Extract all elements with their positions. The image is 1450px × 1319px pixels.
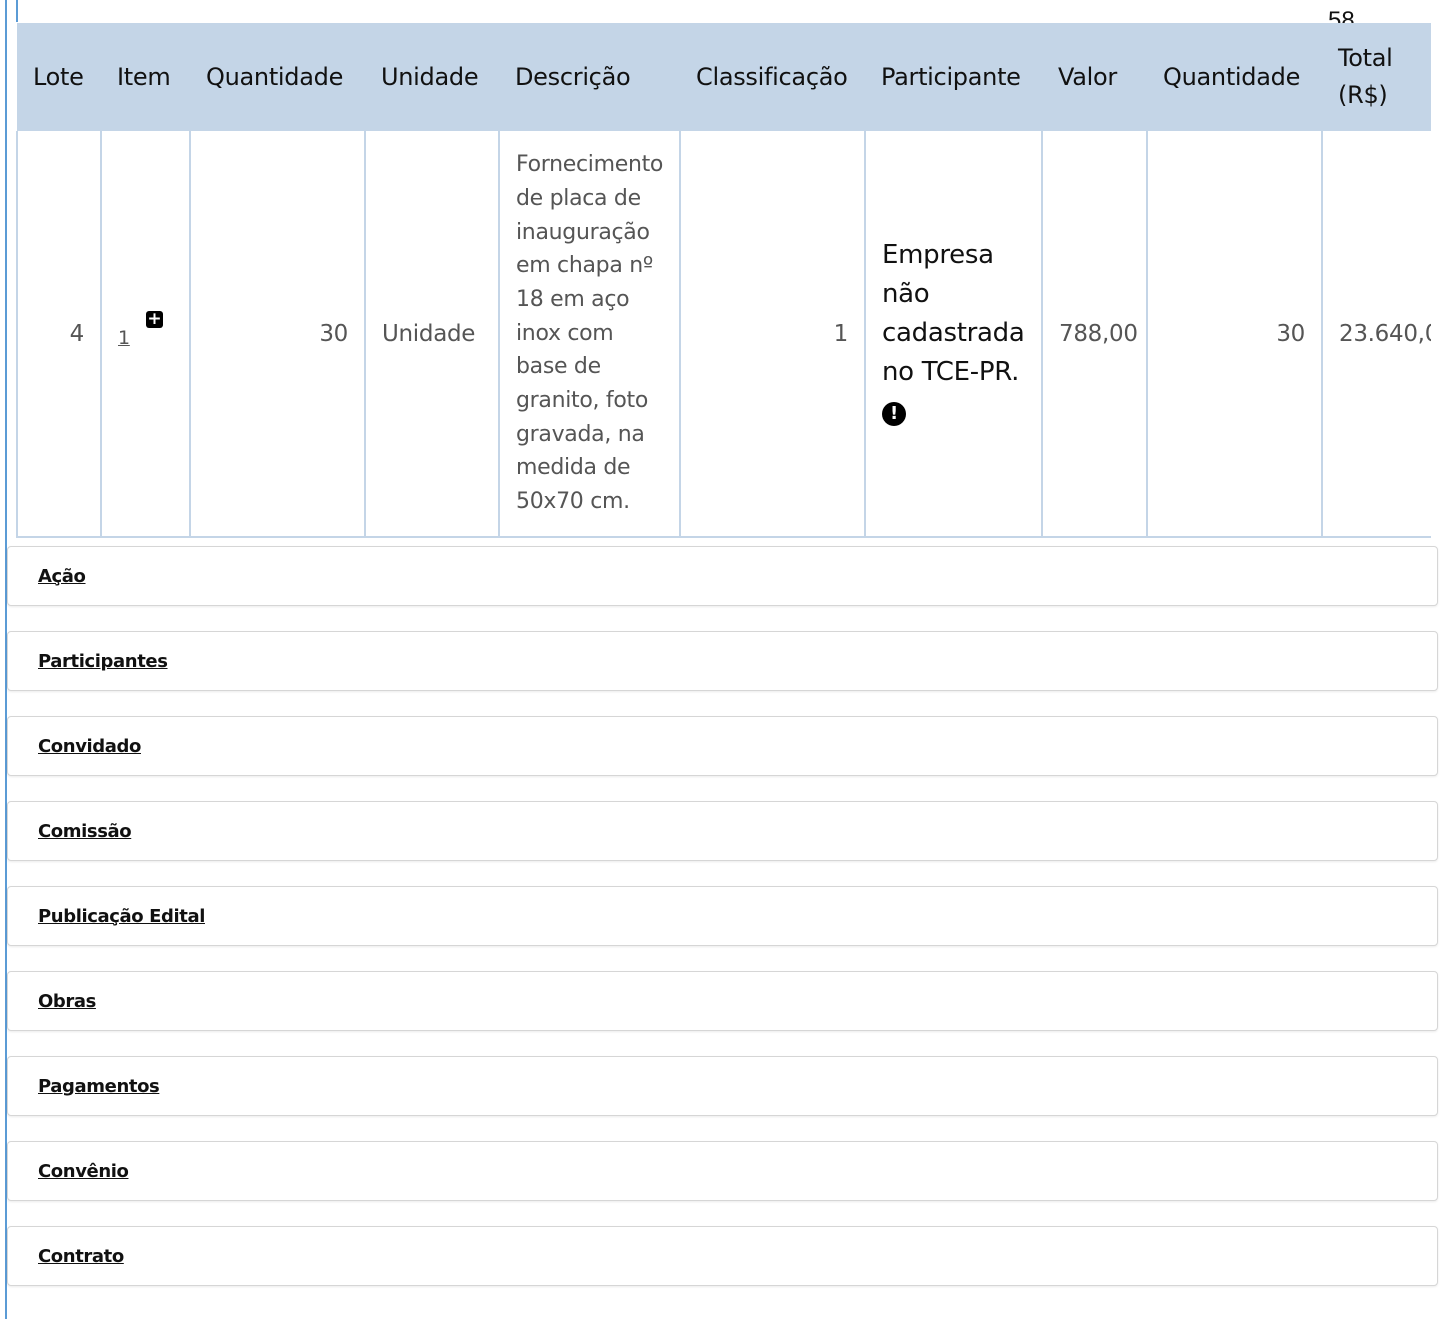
panel-link-comissao[interactable]: Comissão xyxy=(38,821,132,842)
cell-item: 1+ xyxy=(100,131,190,538)
panel-comissao[interactable]: Comissão xyxy=(7,801,1438,861)
cell-descricao: Fornecimento de placa de inauguração em … xyxy=(498,131,680,538)
cell-quantidade-2: 30 xyxy=(1146,131,1322,538)
panel-contrato[interactable]: Contrato xyxy=(7,1226,1438,1286)
header-quantidade: Quantidade xyxy=(190,23,365,131)
header-unidade: Unidade xyxy=(365,23,499,131)
left-border-rule-top xyxy=(16,0,18,22)
item-link[interactable]: 1 xyxy=(118,327,130,349)
panel-link-pagamentos[interactable]: Pagamentos xyxy=(38,1076,160,1097)
table-row: 4 1+ 30 Unidade Fornecimento de placa de… xyxy=(16,131,1431,538)
panel-link-publicacao-edital[interactable]: Publicação Edital xyxy=(38,906,205,927)
cell-total: 23.640,0 xyxy=(1321,131,1431,538)
items-table: Lote Item Quantidade Unidade Descrição C… xyxy=(16,23,1431,538)
cell-quantidade: 30 xyxy=(189,131,365,538)
header-quantidade-2: Quantidade xyxy=(1147,23,1322,131)
panel-link-acao[interactable]: Ação xyxy=(38,566,86,587)
panel-publicacao-edital[interactable]: Publicação Edital xyxy=(7,886,1438,946)
panel-link-convenio[interactable]: Convênio xyxy=(38,1161,129,1182)
panel-link-convidado[interactable]: Convidado xyxy=(38,736,141,757)
header-lote: Lote xyxy=(17,23,101,131)
header-valor: Valor xyxy=(1042,23,1147,131)
exclamation-circle-icon: ! xyxy=(882,402,906,426)
panel-convenio[interactable]: Convênio xyxy=(7,1141,1438,1201)
panel-convidado[interactable]: Convidado xyxy=(7,716,1438,776)
cell-valor: 788,00 xyxy=(1041,131,1147,538)
table-header-row: Lote Item Quantidade Unidade Descrição C… xyxy=(17,23,1431,131)
header-total: Total (R$) xyxy=(1322,23,1431,131)
cell-classificacao: 1 xyxy=(679,131,865,538)
panel-link-contrato[interactable]: Contrato xyxy=(38,1246,124,1267)
panel-participantes[interactable]: Participantes xyxy=(7,631,1438,691)
panel-obras[interactable]: Obras xyxy=(7,971,1438,1031)
panel-acao[interactable]: Ação xyxy=(7,546,1438,606)
panel-link-participantes[interactable]: Participantes xyxy=(38,651,168,672)
cell-participante: Empresa não cadastrada no TCE-PR. ! xyxy=(864,131,1042,538)
header-descricao: Descrição xyxy=(499,23,680,131)
panel-pagamentos[interactable]: Pagamentos xyxy=(7,1056,1438,1116)
cell-unidade: Unidade xyxy=(364,131,499,538)
panel-link-obras[interactable]: Obras xyxy=(38,991,96,1012)
participante-text: Empresa não cadastrada no TCE-PR. xyxy=(882,240,1025,387)
header-item: Item xyxy=(101,23,190,131)
accordion-panels: Ação Participantes Convidado Comissão Pu… xyxy=(7,546,1438,1311)
header-participante: Participante xyxy=(865,23,1042,131)
header-classificacao: Classificação xyxy=(680,23,865,131)
cell-lote: 4 xyxy=(16,131,101,538)
plus-square-icon[interactable]: + xyxy=(145,310,163,328)
